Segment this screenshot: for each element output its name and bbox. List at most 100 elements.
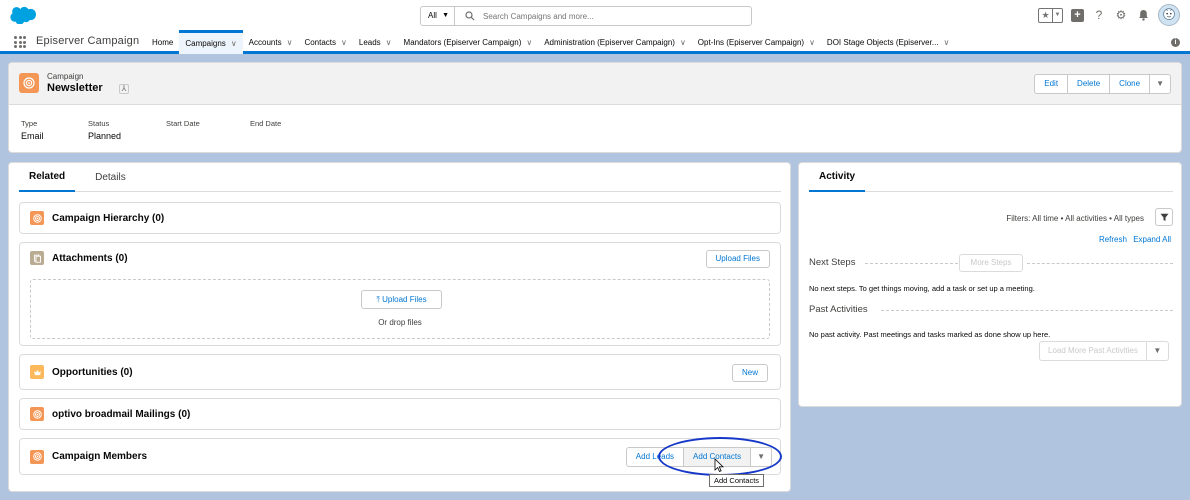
related-list-mailings: optivo broadmail Mailings (0) <box>19 398 781 430</box>
related-list-title[interactable]: Attachments (0) <box>52 253 128 264</box>
field-value: Planned <box>88 131 122 141</box>
search-scope-select[interactable]: All ▼ <box>421 7 455 25</box>
favorites-group: ★ ▼ <box>1038 7 1063 23</box>
chevron-down-icon[interactable]: ∨ <box>526 38 532 47</box>
load-more-past-activities-button[interactable]: Load More Past Activities <box>1039 341 1147 361</box>
filter-funnel-icon[interactable] <box>1155 208 1173 226</box>
refresh-link[interactable]: Refresh <box>1099 235 1127 244</box>
file-dropzone[interactable]: ⤒ Upload Files Or drop files <box>30 279 770 339</box>
opportunity-crown-icon <box>30 365 44 379</box>
nav-item-mandators[interactable]: Mandators (Episerver Campaign) ∨ <box>398 30 539 54</box>
mouse-pointer-icon <box>714 458 724 472</box>
search-input[interactable] <box>483 7 743 25</box>
attachment-icon <box>30 251 44 265</box>
chevron-down-icon[interactable]: ∨ <box>341 38 347 47</box>
chevron-down-icon: ▼ <box>442 12 449 19</box>
field-label: End Date <box>250 119 282 128</box>
search-scope-value: All <box>428 11 437 20</box>
record-object-type: Campaign <box>47 72 84 81</box>
gear-icon[interactable]: ⚙ <box>1114 8 1128 22</box>
field-label: Start Date <box>166 119 200 128</box>
dropzone-upload-label: Upload Files <box>382 295 427 304</box>
nav-item-doi-stage-objects[interactable]: DOI Stage Objects (Episerver... ∨ <box>821 30 955 54</box>
user-avatar[interactable] <box>1158 4 1180 26</box>
header-utilities: ★ ▼ + ? ⚙ <box>1038 4 1180 26</box>
global-actions-plus-icon[interactable]: + <box>1071 8 1084 22</box>
activity-links: Refresh Expand All <box>1099 235 1171 244</box>
field-start-date: Start Date <box>166 119 250 141</box>
chevron-down-icon[interactable]: ∨ <box>809 38 815 47</box>
global-header: All ▼ ★ ▼ + ? ⚙ <box>0 0 1190 30</box>
expand-all-link[interactable]: Expand All <box>1133 235 1171 244</box>
record-name: Newsletter <box>47 82 103 94</box>
dropzone-hint: Or drop files <box>378 318 422 327</box>
next-steps-empty-text: No next steps. To get things moving, add… <box>809 284 1035 293</box>
related-list-title[interactable]: Opportunities (0) <box>52 367 133 378</box>
divider <box>1027 263 1173 264</box>
chevron-down-icon[interactable]: ∨ <box>944 38 950 47</box>
record-fields: Type Email Status Planned Start Date End… <box>21 119 330 141</box>
more-actions-chevron-down-icon[interactable]: ▼ <box>1150 74 1171 94</box>
activity-tabs: Activity <box>809 163 1173 192</box>
campaign-icon <box>30 211 44 225</box>
chevron-down-icon[interactable]: ▼ <box>1052 8 1062 22</box>
chevron-down-icon[interactable]: ∨ <box>680 38 686 47</box>
field-status: Status Planned <box>88 119 166 141</box>
tab-activity[interactable]: Activity <box>809 163 866 192</box>
info-icon[interactable]: i <box>1171 38 1180 47</box>
hierarchy-icon[interactable]: ⅄ <box>119 84 129 94</box>
field-label: Type <box>21 119 38 128</box>
past-activities-title[interactable]: Past Activities <box>809 304 868 315</box>
related-list-title[interactable]: optivo broadmail Mailings (0) <box>52 409 190 420</box>
salesforce-logo-icon[interactable] <box>10 6 36 24</box>
field-label: Status <box>88 119 110 128</box>
nav-item-label: Campaigns <box>185 39 226 48</box>
global-search: All ▼ <box>420 6 752 26</box>
tab-related[interactable]: Related <box>19 163 76 192</box>
nav-item-opt-ins[interactable]: Opt-Ins (Episerver Campaign) ∨ <box>692 30 821 54</box>
related-list-title[interactable]: Campaign Hierarchy (0) <box>52 213 164 224</box>
nav-item-label: Administration (Episerver Campaign) <box>544 37 675 47</box>
related-list-title[interactable]: Campaign Members <box>52 451 147 462</box>
campaign-icon <box>30 449 44 464</box>
star-icon[interactable]: ★ <box>1039 9 1052 22</box>
tab-details[interactable]: Details <box>85 163 136 192</box>
related-tabs: Related Details <box>19 163 781 192</box>
related-list-opportunities: Opportunities (0) New <box>19 354 781 390</box>
chevron-down-icon[interactable]: ▼ <box>1146 341 1169 361</box>
nav-item-contacts[interactable]: Contacts ∨ <box>298 30 352 54</box>
delete-button[interactable]: Delete <box>1068 74 1111 94</box>
divider <box>865 263 958 264</box>
nav-item-label: Contacts <box>304 37 337 47</box>
upload-files-button[interactable]: Upload Files <box>705 250 770 268</box>
campaign-icon <box>19 73 39 93</box>
next-steps-title[interactable]: Next Steps <box>809 257 855 268</box>
record-header: Campaign Newsletter ⅄ Edit Delete Clone … <box>8 62 1182 153</box>
new-opportunity-button[interactable]: New <box>731 364 768 382</box>
chevron-down-icon[interactable]: ∨ <box>287 38 293 47</box>
clone-button[interactable]: Clone <box>1110 74 1151 94</box>
help-icon[interactable]: ? <box>1092 8 1106 22</box>
nav-item-label: Leads <box>358 37 381 47</box>
app-name: Episerver Campaign <box>36 35 140 47</box>
chevron-down-icon[interactable]: ∨ <box>386 38 392 47</box>
chevron-down-icon[interactable]: ∨ <box>231 39 237 48</box>
add-contacts-tooltip: Add Contacts <box>709 474 765 487</box>
nav-item-campaigns[interactable]: Campaigns ∨ <box>179 30 243 54</box>
related-list-header: Campaign Hierarchy (0) <box>20 203 780 233</box>
related-list-header: optivo broadmail Mailings (0) <box>20 399 780 429</box>
more-steps-button[interactable]: More Steps <box>959 254 1023 272</box>
dropzone-upload-button[interactable]: ⤒ Upload Files <box>361 290 442 309</box>
nav-items: Home Campaigns ∨ Accounts ∨ Contacts ∨ Lead… <box>146 30 955 54</box>
nav-item-home[interactable]: Home <box>146 30 179 54</box>
bell-icon[interactable] <box>1136 8 1150 22</box>
record-highlights: Campaign Newsletter ⅄ Edit Delete Clone … <box>9 63 1181 105</box>
nav-item-administration[interactable]: Administration (Episerver Campaign) ∨ <box>538 30 692 54</box>
nav-item-leads[interactable]: Leads ∨ <box>353 30 398 54</box>
activity-filters-text: Filters: All time • All activities • All… <box>1006 214 1144 223</box>
search-icon <box>465 11 475 21</box>
edit-button[interactable]: Edit <box>1034 74 1069 94</box>
nav-item-accounts[interactable]: Accounts ∨ <box>243 30 299 54</box>
record-action-buttons: Edit Delete Clone ▼ <box>1034 74 1171 94</box>
app-launcher-icon[interactable] <box>14 36 26 48</box>
